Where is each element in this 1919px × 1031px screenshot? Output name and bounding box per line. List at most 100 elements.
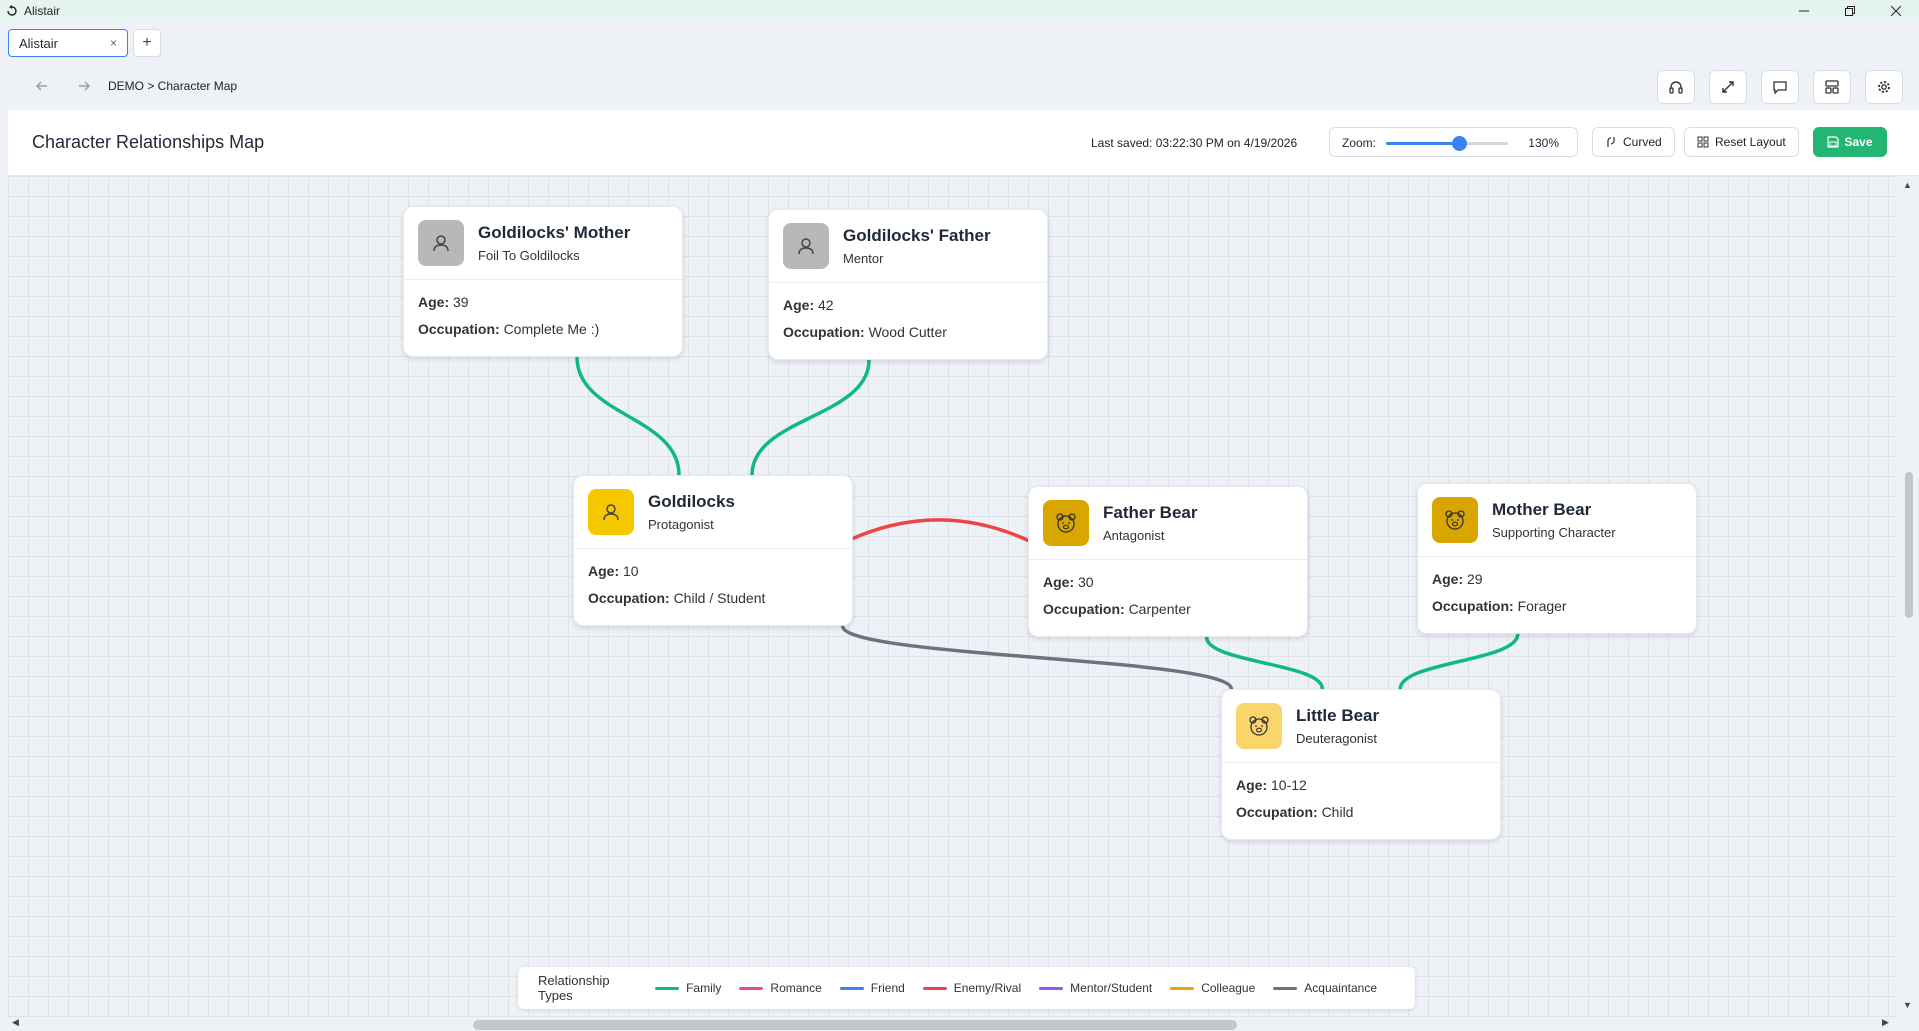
legend-label: Romance [770,981,822,995]
character-card-mother-bear[interactable]: Mother Bear Supporting Character Age: 29 Oc… [1417,483,1697,634]
avatar [1236,703,1282,749]
zoom-control: Zoom: 130% [1329,127,1578,157]
app-logo-icon [7,5,17,16]
zoom-slider-thumb[interactable] [1452,136,1468,151]
age-value: 42 [818,297,834,313]
legend-swatch [1273,986,1298,990]
occupation-value: Child [1321,804,1354,820]
age-label: Age: [418,294,450,310]
tab-alistair[interactable]: Alistair × [8,29,128,57]
reset-layout-button[interactable]: Reset Layout [1684,127,1799,157]
legend-title: Relationship Types [538,973,610,1003]
curve-icon [1607,137,1615,147]
tab-close-icon[interactable]: × [110,36,117,50]
legend-item: Acquaintance [1273,981,1377,995]
occupation-value: Complete Me :) [503,321,600,337]
vertical-scrollbar[interactable]: ▲ ▼ [1897,176,1919,1017]
legend-swatch [1170,986,1195,990]
comments-button[interactable] [1761,70,1799,104]
vertical-scroll-thumb[interactable] [1905,472,1913,618]
audio-button[interactable] [1657,70,1695,104]
relationship-edge[interactable] [1398,632,1520,691]
breadcrumb[interactable]: DEMO > Character Map [108,79,237,93]
card-header: Goldilocks' Mother Foil To Goldilocks [404,207,682,280]
person-icon [798,238,814,255]
character-card-goldilocks[interactable]: Goldilocks Protagonist Age: 10 Occupation: … [573,475,853,626]
age-row: Age: 10-12 [1236,775,1486,802]
layout-button[interactable] [1813,70,1851,104]
close-icon [1891,6,1901,16]
character-card-little-bear[interactable]: Little Bear Deuteragonist Age: 10-12 Occupa… [1221,689,1501,840]
avatar [1432,497,1478,543]
card-header: Mother Bear Supporting Character [1418,484,1696,557]
comment-icon [1773,81,1787,95]
legend-label: Colleague [1201,981,1256,995]
scroll-left-icon[interactable]: ◀ [12,1017,19,1028]
headphones-icon [1669,81,1683,94]
age-label: Age: [1432,571,1464,587]
character-card-goldilocks-mother[interactable]: Goldilocks' Mother Foil To Goldilocks Age:… [403,206,683,357]
last-saved-text: Last saved: 03:22:30 PM on 4/19/2026 [1091,136,1298,150]
relationship-edge[interactable] [575,355,681,477]
zoom-slider[interactable] [1386,136,1508,151]
legend-label: Mentor/Student [1070,981,1153,995]
occupation-label: Occupation: [1043,601,1125,617]
bear-icon [1249,716,1269,736]
age-label: Age: [588,563,620,579]
gear-icon [1878,81,1890,93]
navigation-bar: DEMO > Character Map [0,62,1919,110]
horizontal-scrollbar[interactable]: ◀ ▶ [8,1017,1897,1031]
new-tab-button[interactable]: + [133,29,161,57]
scroll-down-icon[interactable]: ▼ [1903,1000,1912,1010]
scroll-up-icon[interactable]: ▲ [1903,180,1912,190]
age-label: Age: [1236,777,1268,793]
relationship-edge[interactable] [851,518,1030,543]
age-value: 39 [453,294,469,310]
age-value: 10-12 [1271,777,1307,793]
occupation-label: Occupation: [418,321,500,337]
person-icon [433,235,449,252]
occupation-value: Wood Cutter [868,324,947,340]
settings-button[interactable] [1865,70,1903,104]
age-value: 10 [623,563,639,579]
expand-icon [1722,81,1734,93]
forward-button[interactable] [69,71,99,101]
restore-button[interactable] [1827,0,1873,22]
horizontal-scroll-thumb[interactable] [473,1020,1237,1030]
legend-label: Enemy/Rival [953,981,1022,995]
legend-item: Family [655,981,721,995]
back-button[interactable] [27,71,57,101]
age-value: 30 [1078,574,1094,590]
card-header: Goldilocks' Father Mentor [769,210,1047,283]
age-label: Age: [1043,574,1075,590]
occupation-label: Occupation: [783,324,865,340]
curved-toggle-button[interactable]: Curved [1592,127,1675,157]
save-button[interactable]: Save [1813,127,1887,157]
relationship-canvas[interactable]: Goldilocks' Mother Foil To Goldilocks Age:… [8,176,1897,1017]
avatar [1043,500,1089,546]
fullscreen-button[interactable] [1709,70,1747,104]
scroll-right-icon[interactable]: ▶ [1882,1017,1889,1028]
minimize-button[interactable] [1781,0,1827,22]
legend-swatch [655,986,680,990]
card-header: Goldilocks Protagonist [574,476,852,549]
zoom-slider-fill [1386,142,1460,145]
occupation-row: Occupation: Child [1236,802,1486,829]
close-window-button[interactable] [1873,0,1919,22]
card-body: Age: 10-12 Occupation: Child [1222,763,1500,841]
map-header: Character Relationships Map Last saved: … [8,110,1919,176]
character-card-father-bear[interactable]: Father Bear Antagonist Age: 30 Occupation: … [1028,486,1308,637]
page-title: Character Relationships Map [32,132,265,152]
character-name: Father Bear [1103,503,1198,522]
occupation-row: Occupation: Child / Student [588,588,838,615]
character-role: Deuteragonist [1296,731,1377,746]
character-card-goldilocks-father[interactable]: Goldilocks' Father Mentor Age: 42 Occupatio… [768,209,1048,360]
relationship-edge[interactable] [750,358,871,477]
save-label: Save [1844,135,1873,149]
avatar [418,220,464,266]
legend-swatch [922,986,947,990]
age-row: Age: 30 [1043,572,1293,599]
legend-item: Colleague [1170,981,1255,995]
age-label: Age: [783,297,815,313]
layout-icon [1825,80,1839,94]
